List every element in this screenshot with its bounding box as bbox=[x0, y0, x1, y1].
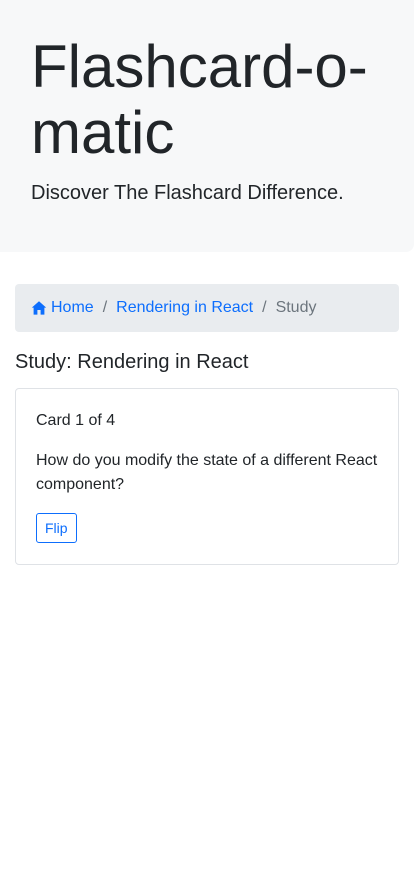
app-title: Flashcard-o-matic bbox=[31, 33, 368, 166]
breadcrumb: Home / Rendering in React / Study bbox=[15, 284, 399, 332]
header-jumbotron: Flashcard-o-matic Discover The Flashcard… bbox=[0, 0, 414, 252]
breadcrumb-home-label: Home bbox=[51, 299, 94, 316]
home-icon bbox=[31, 301, 47, 315]
flashcard: Card 1 of 4 How do you modify the state … bbox=[15, 388, 399, 565]
card-question: How do you modify the state of a differe… bbox=[36, 452, 378, 493]
breadcrumb-separator: / bbox=[262, 299, 267, 316]
app-tagline: Discover The Flashcard Difference. bbox=[31, 182, 344, 204]
breadcrumb-home-link[interactable]: Home bbox=[31, 299, 94, 317]
breadcrumb-deck-link[interactable]: Rendering in React bbox=[116, 299, 253, 317]
breadcrumb-current: Study bbox=[275, 299, 317, 316]
breadcrumb-separator: / bbox=[102, 299, 108, 316]
flip-button[interactable]: Flip bbox=[36, 513, 77, 543]
card-counter: Card 1 of 4 bbox=[36, 412, 116, 429]
page-title: Study: Rendering in React bbox=[15, 351, 249, 373]
